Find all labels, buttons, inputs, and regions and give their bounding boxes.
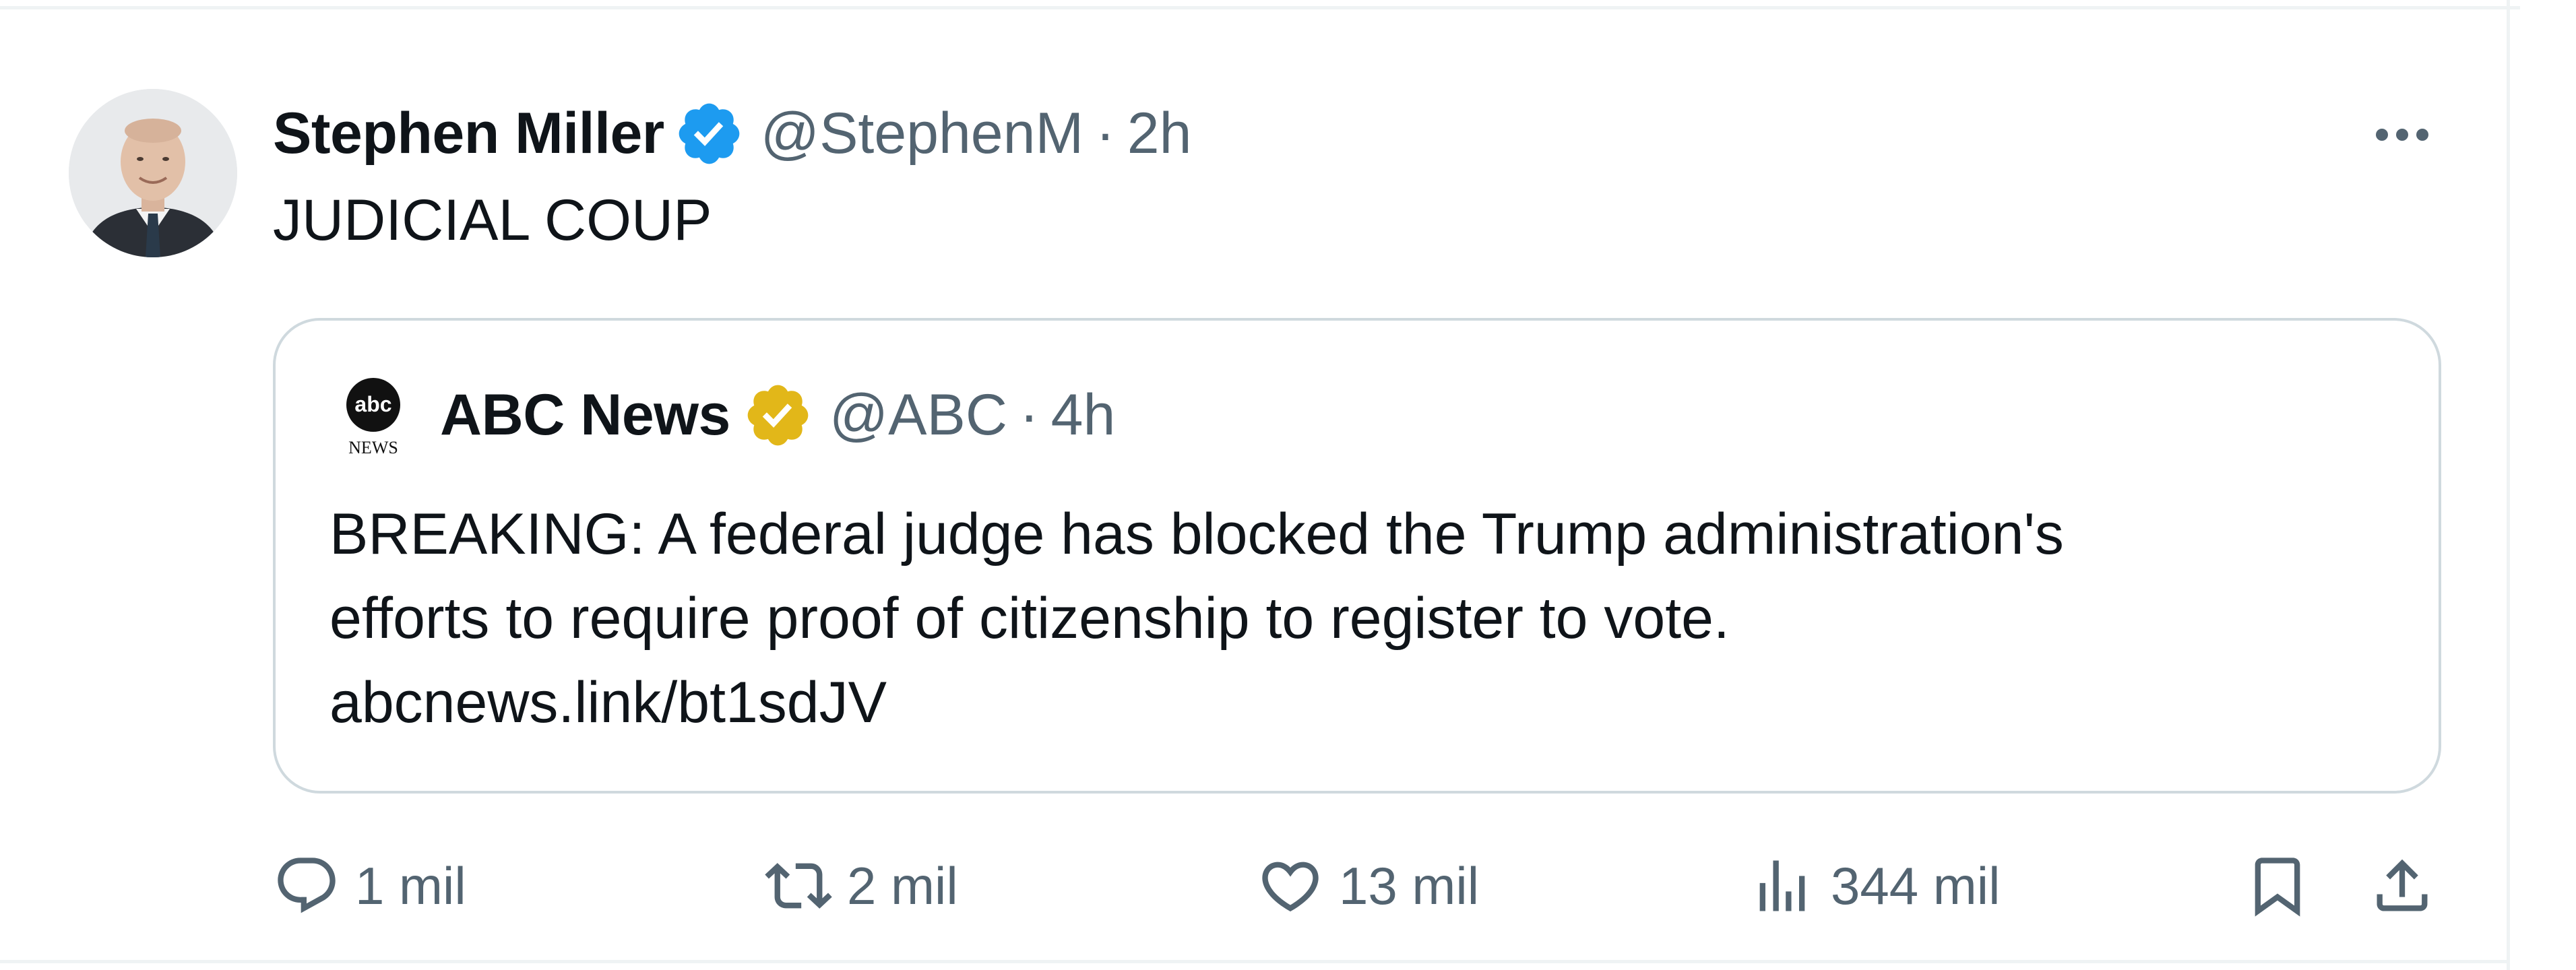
views-icon (1759, 860, 1805, 911)
reply-count: 1 mil (355, 855, 466, 915)
bookmark-button[interactable] (2244, 835, 2311, 936)
quoted-header-separator: · (1019, 382, 1039, 447)
reply-icon (278, 858, 336, 913)
quoted-text-line: BREAKING: A federal judge has blocked th… (329, 502, 2064, 567)
svg-text:NEWS: NEWS (348, 438, 398, 457)
quoted-tweet-header: abc NEWS ABC News @ABC · 4h (329, 371, 1115, 459)
quoted-link[interactable]: abcnews.link/bt1sdJV (329, 661, 2405, 745)
header-separator: · (1096, 100, 1115, 166)
quoted-handle[interactable]: @ABC (829, 382, 1007, 449)
verified-badge-icon (674, 98, 745, 169)
reply-button[interactable]: 1 mil (273, 835, 466, 936)
more-icon[interactable] (2365, 108, 2439, 162)
like-button[interactable]: 13 mil (1257, 835, 1479, 936)
repost-button[interactable]: 2 mil (765, 835, 958, 936)
abc-news-logo-icon: abc NEWS (329, 371, 417, 459)
tweet-actions: 1 mil 2 mil 13 mil 344 mil (273, 835, 2449, 936)
tweet-header: Stephen Miller @StephenM · 2h (273, 93, 1191, 174)
quoted-tweet-card[interactable]: abc NEWS ABC News @ABC · 4h BREAKING: A … (273, 318, 2441, 794)
views-count: 344 mil (1831, 855, 2001, 915)
bottom-divider (0, 960, 2510, 963)
quoted-text-line: efforts to require proof of citizenship … (329, 586, 1730, 651)
tweet-timestamp[interactable]: 2h (1127, 100, 1192, 167)
avatar-portrait (69, 89, 237, 257)
share-icon (2377, 859, 2428, 911)
right-divider (2507, 0, 2510, 970)
author-display-name[interactable]: Stephen Miller (273, 100, 664, 167)
repost-icon (765, 863, 832, 909)
top-divider (0, 0, 2520, 9)
share-button[interactable] (2368, 835, 2436, 936)
author-avatar[interactable] (69, 89, 237, 257)
like-count: 13 mil (1339, 855, 1480, 915)
bookmark-icon (2255, 858, 2300, 917)
author-handle[interactable]: @StephenM (761, 100, 1083, 167)
quoted-display-name[interactable]: ABC News (440, 382, 730, 449)
views-button[interactable]: 344 mil (1749, 835, 2000, 936)
quoted-timestamp[interactable]: 4h (1051, 382, 1116, 449)
tweet-text: JUDICIAL COUP (273, 188, 712, 253)
quoted-tweet-text: BREAKING: A federal judge has blocked th… (329, 492, 2405, 745)
heart-icon (1262, 862, 1319, 912)
repost-count: 2 mil (847, 855, 958, 915)
tweet[interactable]: Stephen Miller @StephenM · 2h JUDICIAL C… (0, 13, 2507, 960)
page: Stephen Miller @StephenM · 2h JUDICIAL C… (0, 0, 2576, 970)
svg-text:abc: abc (354, 392, 391, 416)
gold-verified-badge-icon (743, 380, 813, 451)
